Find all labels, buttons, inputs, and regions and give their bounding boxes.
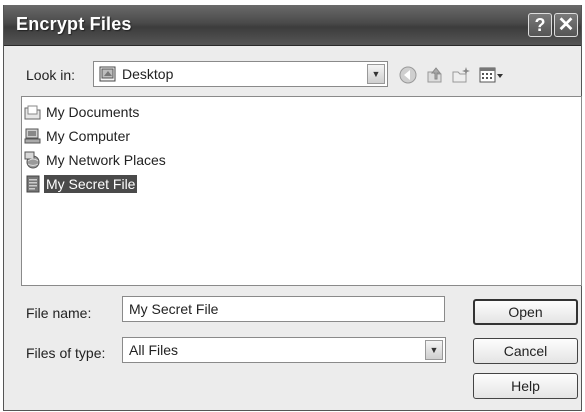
- help-button[interactable]: Help: [473, 373, 578, 399]
- encrypt-files-dialog: Encrypt Files ? ✕ Look in: Desktop ▼ My …: [3, 5, 582, 411]
- back-icon[interactable]: [398, 65, 418, 85]
- file-label: My Computer: [46, 128, 131, 144]
- list-item[interactable]: My Documents: [24, 101, 141, 123]
- files-of-type-dropdown-arrow[interactable]: ▼: [425, 340, 443, 360]
- look-in-dropdown-arrow[interactable]: ▼: [367, 64, 385, 84]
- list-item[interactable]: My Computer: [24, 125, 132, 147]
- close-button[interactable]: ✕: [554, 13, 578, 37]
- list-item[interactable]: My Secret File: [24, 173, 138, 195]
- file-icon: [26, 175, 40, 193]
- computer-icon: [24, 128, 41, 144]
- open-button[interactable]: Open: [473, 299, 578, 325]
- look-in-label: Look in:: [26, 67, 76, 83]
- up-folder-icon[interactable]: [425, 65, 445, 85]
- file-list[interactable]: My Documents My Computer My Network Plac…: [21, 96, 582, 286]
- look-in-value: Desktop: [122, 66, 174, 82]
- title-bar: Encrypt Files ? ✕: [4, 5, 581, 46]
- file-label: My Documents: [46, 104, 140, 120]
- files-of-type-value: All Files: [129, 342, 179, 358]
- files-of-type-label: Files of type:: [26, 345, 106, 361]
- cancel-button[interactable]: Cancel: [473, 338, 578, 364]
- files-of-type-dropdown[interactable]: All Files ▼: [122, 337, 446, 363]
- network-places-icon: [24, 151, 40, 169]
- help-title-button[interactable]: ?: [528, 13, 552, 37]
- dialog-title: Encrypt Files: [16, 14, 132, 34]
- desktop-icon: [99, 66, 116, 82]
- documents-folder-icon: [24, 105, 41, 120]
- file-label: My Network Places: [46, 152, 166, 168]
- file-name-field[interactable]: My Secret File: [122, 296, 445, 322]
- file-label: My Secret File: [44, 175, 138, 193]
- view-menu-icon[interactable]: [478, 65, 504, 85]
- file-name-label: File name:: [26, 305, 92, 321]
- new-folder-icon[interactable]: [451, 65, 471, 85]
- look-in-dropdown[interactable]: Desktop ▼: [93, 61, 388, 87]
- list-item[interactable]: My Network Places: [24, 149, 168, 171]
